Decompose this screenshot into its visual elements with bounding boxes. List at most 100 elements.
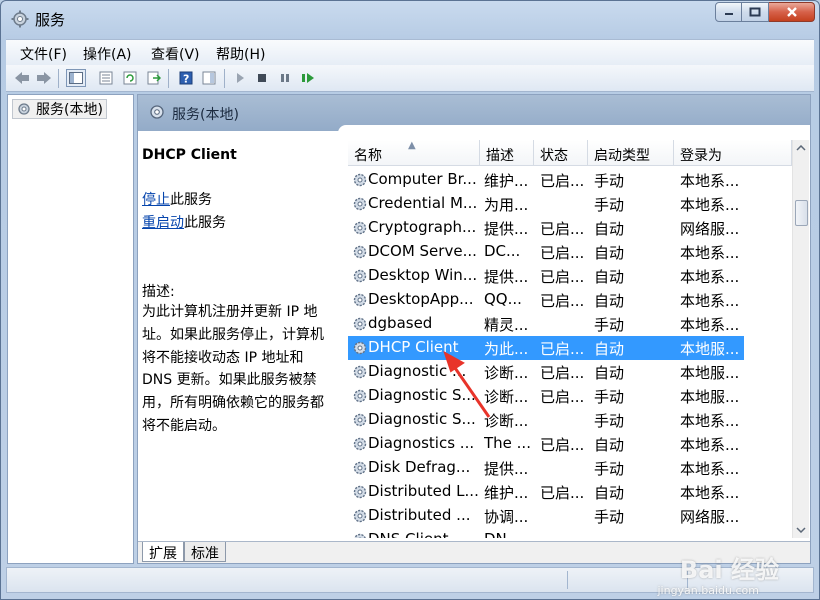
service-description-cell: 诊断...: [484, 412, 529, 430]
service-startup-type-cell: 手动: [594, 460, 625, 478]
service-name-cell: Computer Br...: [368, 170, 477, 188]
service-name-cell: Diagnostics ...: [368, 434, 475, 452]
restart-service-button[interactable]: [298, 69, 318, 87]
help-button[interactable]: ?: [176, 69, 196, 87]
tab-extended[interactable]: 扩展: [142, 542, 184, 562]
service-startup-type-cell: 自动: [594, 244, 625, 262]
service-row[interactable]: Computer Br... 维护... 已启... 手动 本地系...: [348, 168, 744, 192]
service-name-cell: Desktop Win...: [368, 266, 478, 284]
service-gear-icon: [353, 365, 367, 379]
properties-button[interactable]: [96, 69, 116, 87]
service-gear-icon: [353, 173, 367, 187]
service-row[interactable]: Cryptograph... 提供... 已启... 自动 网络服...: [348, 216, 744, 240]
column-header-status[interactable]: 状态: [534, 140, 588, 166]
service-row[interactable]: Diagnostic ... 诊断... 已启... 自动 本地服...: [348, 360, 744, 384]
service-row[interactable]: Desktop Win... 提供... 已启... 自动 本地系...: [348, 264, 744, 288]
scroll-down-icon[interactable]: [796, 527, 806, 533]
action-pane-icon: [202, 71, 216, 85]
service-logon-cell: 本地系...: [680, 172, 740, 190]
service-status-cell: 已启...: [540, 340, 585, 358]
service-name-cell: Diagnostic S...: [368, 410, 476, 428]
service-row[interactable]: Diagnostic S... 诊断... 手动 本地系...: [348, 408, 744, 432]
service-description-cell: 协调...: [484, 508, 529, 526]
service-status-cell: 已启...: [540, 388, 585, 406]
service-row[interactable]: Disk Defrag... 提供... 手动 本地系...: [348, 456, 744, 480]
forward-button[interactable]: [34, 69, 54, 87]
scrollbar-thumb[interactable]: [795, 200, 808, 226]
service-row[interactable]: DHCP Client 为此... 已启... 自动 本地服...: [348, 336, 744, 360]
column-header-log-on-as[interactable]: 登录为: [674, 140, 792, 166]
menu-action[interactable]: 操作(A): [83, 44, 132, 64]
service-logon-cell: 本地服...: [680, 388, 740, 406]
refresh-button[interactable]: [120, 69, 140, 87]
service-row[interactable]: DesktopApp... QQ... 已启... 自动 本地系...: [348, 288, 744, 312]
service-logon-cell: 本地系...: [680, 412, 740, 430]
service-description-cell: 为此...: [484, 340, 529, 358]
service-logon-cell: 本地系...: [680, 436, 740, 454]
description-label: 描述:: [142, 284, 175, 300]
service-name-cell: Distributed ...: [368, 506, 471, 524]
service-row[interactable]: DCOM Serve... DC... 已启... 自动 本地系...: [348, 240, 744, 264]
back-arrow-icon: [15, 72, 29, 84]
service-row[interactable]: DNS Client DN...: [348, 528, 744, 538]
menu-help[interactable]: 帮助(H): [216, 44, 265, 64]
show-action-pane-button[interactable]: [199, 69, 219, 87]
show-hide-tree-button[interactable]: [66, 69, 86, 87]
stop-service-button[interactable]: [252, 69, 272, 87]
minimize-button[interactable]: [715, 2, 742, 22]
service-startup-type-cell: 自动: [594, 292, 625, 310]
baidu-watermark: Bai 经验: [679, 556, 779, 584]
restart-icon: [302, 73, 314, 83]
service-logon-cell: 本地服...: [680, 340, 740, 358]
menu-view[interactable]: 查看(V): [151, 44, 200, 64]
service-row[interactable]: Distributed ... 协调... 手动 网络服...: [348, 504, 744, 528]
service-row[interactable]: Diagnostic S... 诊断... 已启... 手动 本地服...: [348, 384, 744, 408]
vertical-scrollbar[interactable]: [792, 140, 809, 538]
service-gear-icon: [353, 197, 367, 211]
tree-item-label: 服务(本地): [36, 102, 103, 118]
service-logon-cell: 本地系...: [680, 292, 740, 310]
menu-bar: 文件(F) 操作(A) 查看(V) 帮助(H): [6, 39, 814, 65]
service-startup-type-cell: 手动: [594, 412, 625, 430]
title-bar[interactable]: 服务: [1, 1, 819, 37]
service-description-cell: QQ...: [484, 290, 522, 308]
column-header-description[interactable]: 描述: [480, 140, 534, 166]
service-status-cell: 已启...: [540, 484, 585, 502]
service-logon-cell: 本地系...: [680, 316, 740, 334]
service-row[interactable]: dgbased 精灵... 手动 本地系...: [348, 312, 744, 336]
close-button[interactable]: [769, 2, 815, 22]
service-startup-type-cell: 自动: [594, 436, 625, 454]
service-startup-type-cell: 手动: [594, 388, 625, 406]
play-icon: [237, 73, 244, 83]
service-gear-icon: [353, 437, 367, 451]
column-header-startup-type[interactable]: 启动类型: [588, 140, 674, 166]
svg-text:?: ?: [183, 73, 189, 86]
maximize-button[interactable]: [742, 2, 769, 22]
help-icon: ?: [179, 71, 193, 85]
service-logon-cell: 本地服...: [680, 364, 740, 382]
export-list-button[interactable]: [144, 69, 164, 87]
start-service-button[interactable]: [230, 69, 250, 87]
properties-icon: [99, 71, 113, 85]
service-row[interactable]: Diagnostics ... The ... 已启... 自动 本地系...: [348, 432, 744, 456]
service-description-cell: 维护...: [484, 484, 529, 502]
tree-item-services-local[interactable]: 服务(本地): [12, 99, 107, 119]
column-header-name[interactable]: ▲ 名称: [348, 140, 480, 166]
description-line: 址。如果此服务停止，计算机: [142, 326, 324, 343]
service-description-cell: 诊断...: [484, 364, 529, 382]
service-description-cell: DN...: [484, 530, 532, 538]
stop-service-link[interactable]: 停止: [142, 192, 170, 208]
service-description-cell: 维护...: [484, 172, 529, 190]
services-window: 服务 文件(F) 操作(A) 查看(V) 帮助(H) ? 服务(本地) 服务(本…: [0, 0, 820, 600]
restart-service-link[interactable]: 重启动: [142, 215, 184, 231]
service-name-cell: Diagnostic ...: [368, 362, 467, 380]
tab-standard[interactable]: 标准: [184, 542, 226, 562]
scroll-up-icon[interactable]: [796, 145, 806, 151]
service-logon-cell: 本地系...: [680, 484, 740, 502]
pause-service-button[interactable]: [275, 69, 295, 87]
back-button[interactable]: [12, 69, 32, 87]
service-row[interactable]: Credential M... 为用... 手动 本地系...: [348, 192, 744, 216]
service-row[interactable]: Distributed L... 维护... 已启... 自动 本地系...: [348, 480, 744, 504]
menu-file[interactable]: 文件(F): [20, 44, 67, 64]
service-startup-type-cell: 自动: [594, 340, 625, 358]
